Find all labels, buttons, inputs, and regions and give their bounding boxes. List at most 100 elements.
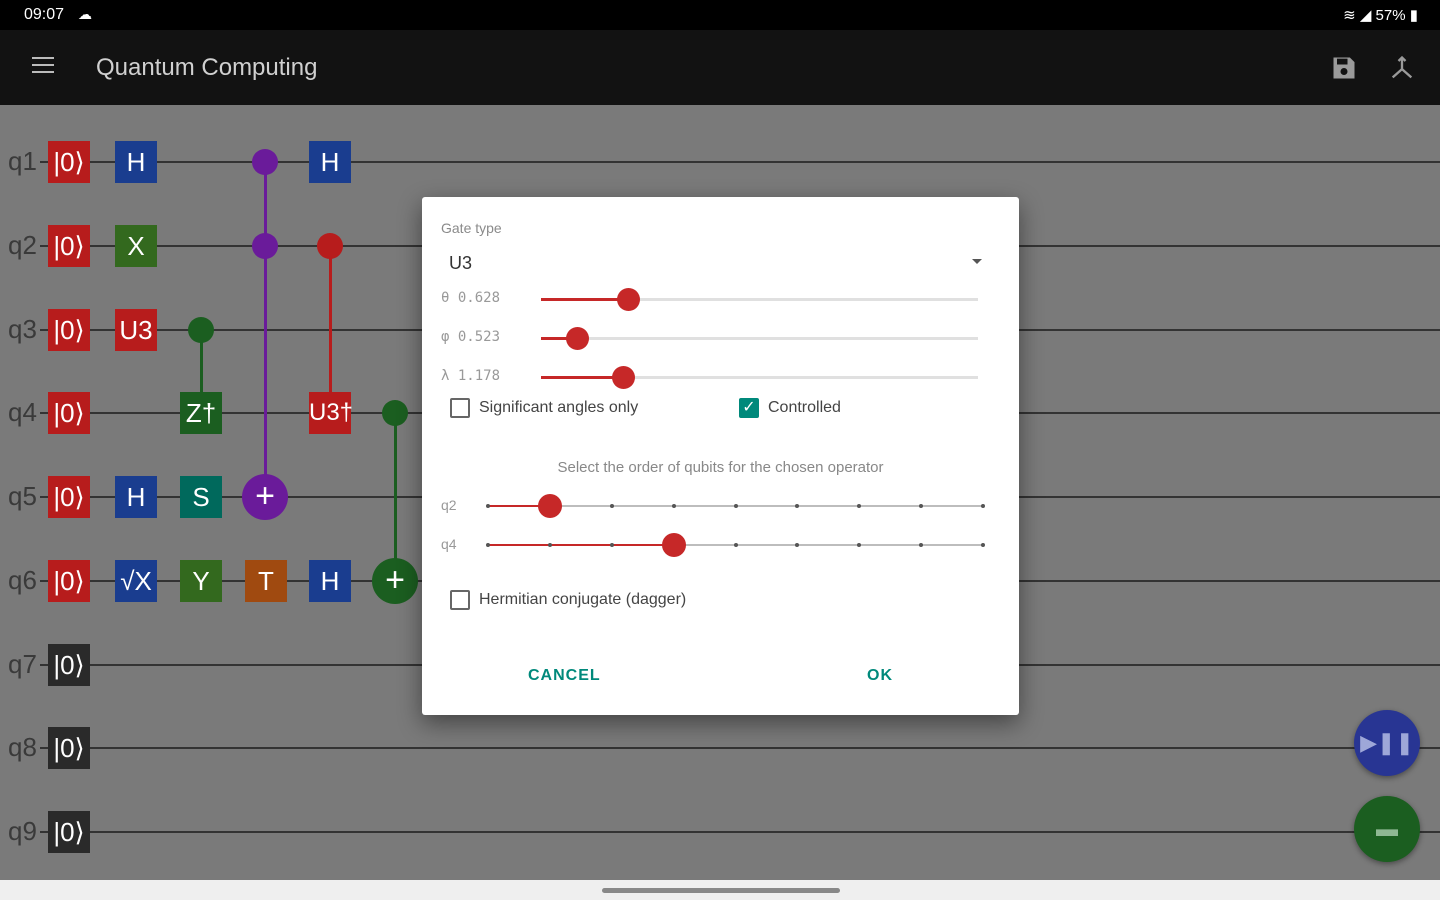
share-icon[interactable]	[1388, 54, 1416, 82]
control-dot[interactable]	[252, 149, 278, 175]
gate-h[interactable]: H	[115, 141, 157, 183]
qubit-wire	[40, 161, 1440, 163]
qubit-order-tick	[795, 504, 800, 508]
angle-slider-thumb[interactable]	[612, 366, 636, 389]
gate-type-value: U3	[449, 253, 473, 273]
qubit-label: q1	[8, 146, 37, 176]
initial-state[interactable]: |0⟩	[48, 392, 90, 434]
gate-h[interactable]: H	[115, 476, 157, 518]
angle-slider-fill	[541, 298, 629, 301]
angle-slider[interactable]	[541, 288, 978, 311]
angle-label: φ 0.523	[441, 329, 501, 345]
gate-t[interactable]: T	[245, 560, 287, 602]
chevron-down-icon	[972, 259, 982, 264]
gesture-handle[interactable]	[602, 888, 840, 893]
angle-label: λ 1.178	[441, 368, 501, 384]
angle-slider-thumb[interactable]	[566, 327, 590, 350]
angle-slider-fill	[541, 376, 624, 379]
wifi-icon: ≋	[1343, 7, 1356, 24]
qubit-order-tick	[981, 543, 985, 547]
controlled-checkbox[interactable]: ✓	[739, 398, 759, 418]
gate-x[interactable]: X	[115, 225, 157, 267]
qubit-order-tick	[981, 504, 985, 508]
qubit-order-tick	[795, 543, 800, 547]
cancel-button[interactable]: CANCEL	[528, 667, 601, 685]
save-icon[interactable]	[1330, 54, 1358, 82]
qubit-order-tick	[486, 504, 490, 508]
initial-state[interactable]: |0⟩	[48, 476, 90, 518]
status-indicators: ≋ ◢ 57% ▮	[1343, 6, 1418, 24]
initial-state[interactable]: |0⟩	[48, 644, 90, 686]
qubit-order-tick	[671, 504, 676, 508]
ok-button[interactable]: OK	[867, 667, 893, 685]
qubit-order-slider[interactable]	[486, 533, 985, 557]
gate-y[interactable]: Y	[180, 560, 222, 602]
control-dot[interactable]	[317, 233, 343, 259]
cnot-target[interactable]: +	[242, 474, 288, 520]
qubit-order-thumb[interactable]	[661, 533, 686, 557]
initial-state[interactable]: |0⟩	[48, 225, 90, 267]
status-time: 09:07	[24, 6, 65, 23]
folder-icon: ▬	[1376, 816, 1398, 841]
play-pause-button[interactable]: ▶❚❚	[1354, 710, 1420, 776]
gate-h[interactable]: H	[309, 141, 351, 183]
angle-slider[interactable]	[541, 327, 978, 350]
significant-angles-label: Significant angles only	[479, 399, 639, 416]
initial-state[interactable]: |0⟩	[48, 727, 90, 769]
angle-slider[interactable]	[541, 366, 978, 389]
gate-h[interactable]: H	[309, 560, 351, 602]
qubit-label: q6	[8, 565, 37, 595]
app-title: Quantum Computing	[96, 54, 318, 81]
qubit-order-thumb[interactable]	[537, 494, 562, 518]
qubit-order-row: q4	[441, 532, 991, 558]
control-dot[interactable]	[252, 233, 278, 259]
gate-u3-dagger[interactable]: U3†	[309, 392, 353, 434]
gate-u3[interactable]: U3	[115, 309, 157, 351]
open-folder-button[interactable]: ▬	[1354, 796, 1420, 862]
angle-slider-row: θ 0.628	[441, 286, 981, 312]
control-dot[interactable]	[382, 400, 408, 426]
initial-state[interactable]: |0⟩	[48, 811, 90, 853]
initial-state[interactable]: |0⟩	[48, 309, 90, 351]
battery-percent: 57%	[1375, 7, 1406, 24]
initial-state[interactable]: |0⟩	[48, 560, 90, 602]
dagger-label: Hermitian conjugate (dagger)	[479, 591, 687, 608]
qubit-order-fill	[488, 544, 674, 546]
qubit-order-tick	[857, 543, 862, 547]
play-pause-icon: ▶❚❚	[1360, 730, 1414, 755]
angle-slider-thumb[interactable]	[617, 288, 641, 311]
dagger-checkbox[interactable]	[450, 590, 470, 610]
qubit-order-tick	[733, 543, 738, 547]
qubit-label: q2	[8, 230, 37, 260]
qubit-label: q8	[8, 732, 37, 762]
cloud-icon: ☁	[78, 6, 92, 22]
battery-icon: ▮	[1409, 7, 1418, 24]
qubit-row: q1 |0⟩	[0, 137, 1440, 187]
control-dot[interactable]	[188, 317, 214, 343]
qubit-label: q4	[8, 397, 37, 427]
qubit-wire	[40, 831, 1440, 833]
gate-z-dagger[interactable]: Z†	[180, 392, 222, 434]
gate-sqrt-x[interactable]: √X	[115, 560, 157, 602]
status-bar: 09:07 ☁ ≋ ◢ 57% ▮	[0, 0, 1440, 30]
angle-label: θ 0.628	[441, 290, 501, 306]
menu-icon[interactable]	[28, 52, 58, 82]
significant-angles-checkbox[interactable]	[450, 398, 470, 418]
qubit-order-tick	[486, 543, 490, 547]
gate-type-select[interactable]: U3	[441, 249, 986, 279]
qubit-wire	[40, 747, 1440, 749]
signal-icon: ◢	[1359, 7, 1372, 24]
gate-s[interactable]: S	[180, 476, 222, 518]
qubit-order-title: Select the order of qubits for the chose…	[557, 459, 884, 476]
qubit-order-tick	[609, 504, 614, 508]
initial-state[interactable]: |0⟩	[48, 141, 90, 183]
qubit-label: q9	[8, 816, 37, 846]
qubit-order-slider[interactable]	[486, 494, 985, 518]
qubit-label: q3	[8, 314, 37, 344]
control-line	[264, 162, 267, 497]
qubit-row: q9 |0⟩	[0, 807, 1440, 857]
cnot-target[interactable]: +	[372, 558, 418, 604]
control-line	[329, 246, 332, 416]
qubit-order-label: q4	[441, 536, 457, 552]
qubit-order-tick	[919, 504, 924, 508]
